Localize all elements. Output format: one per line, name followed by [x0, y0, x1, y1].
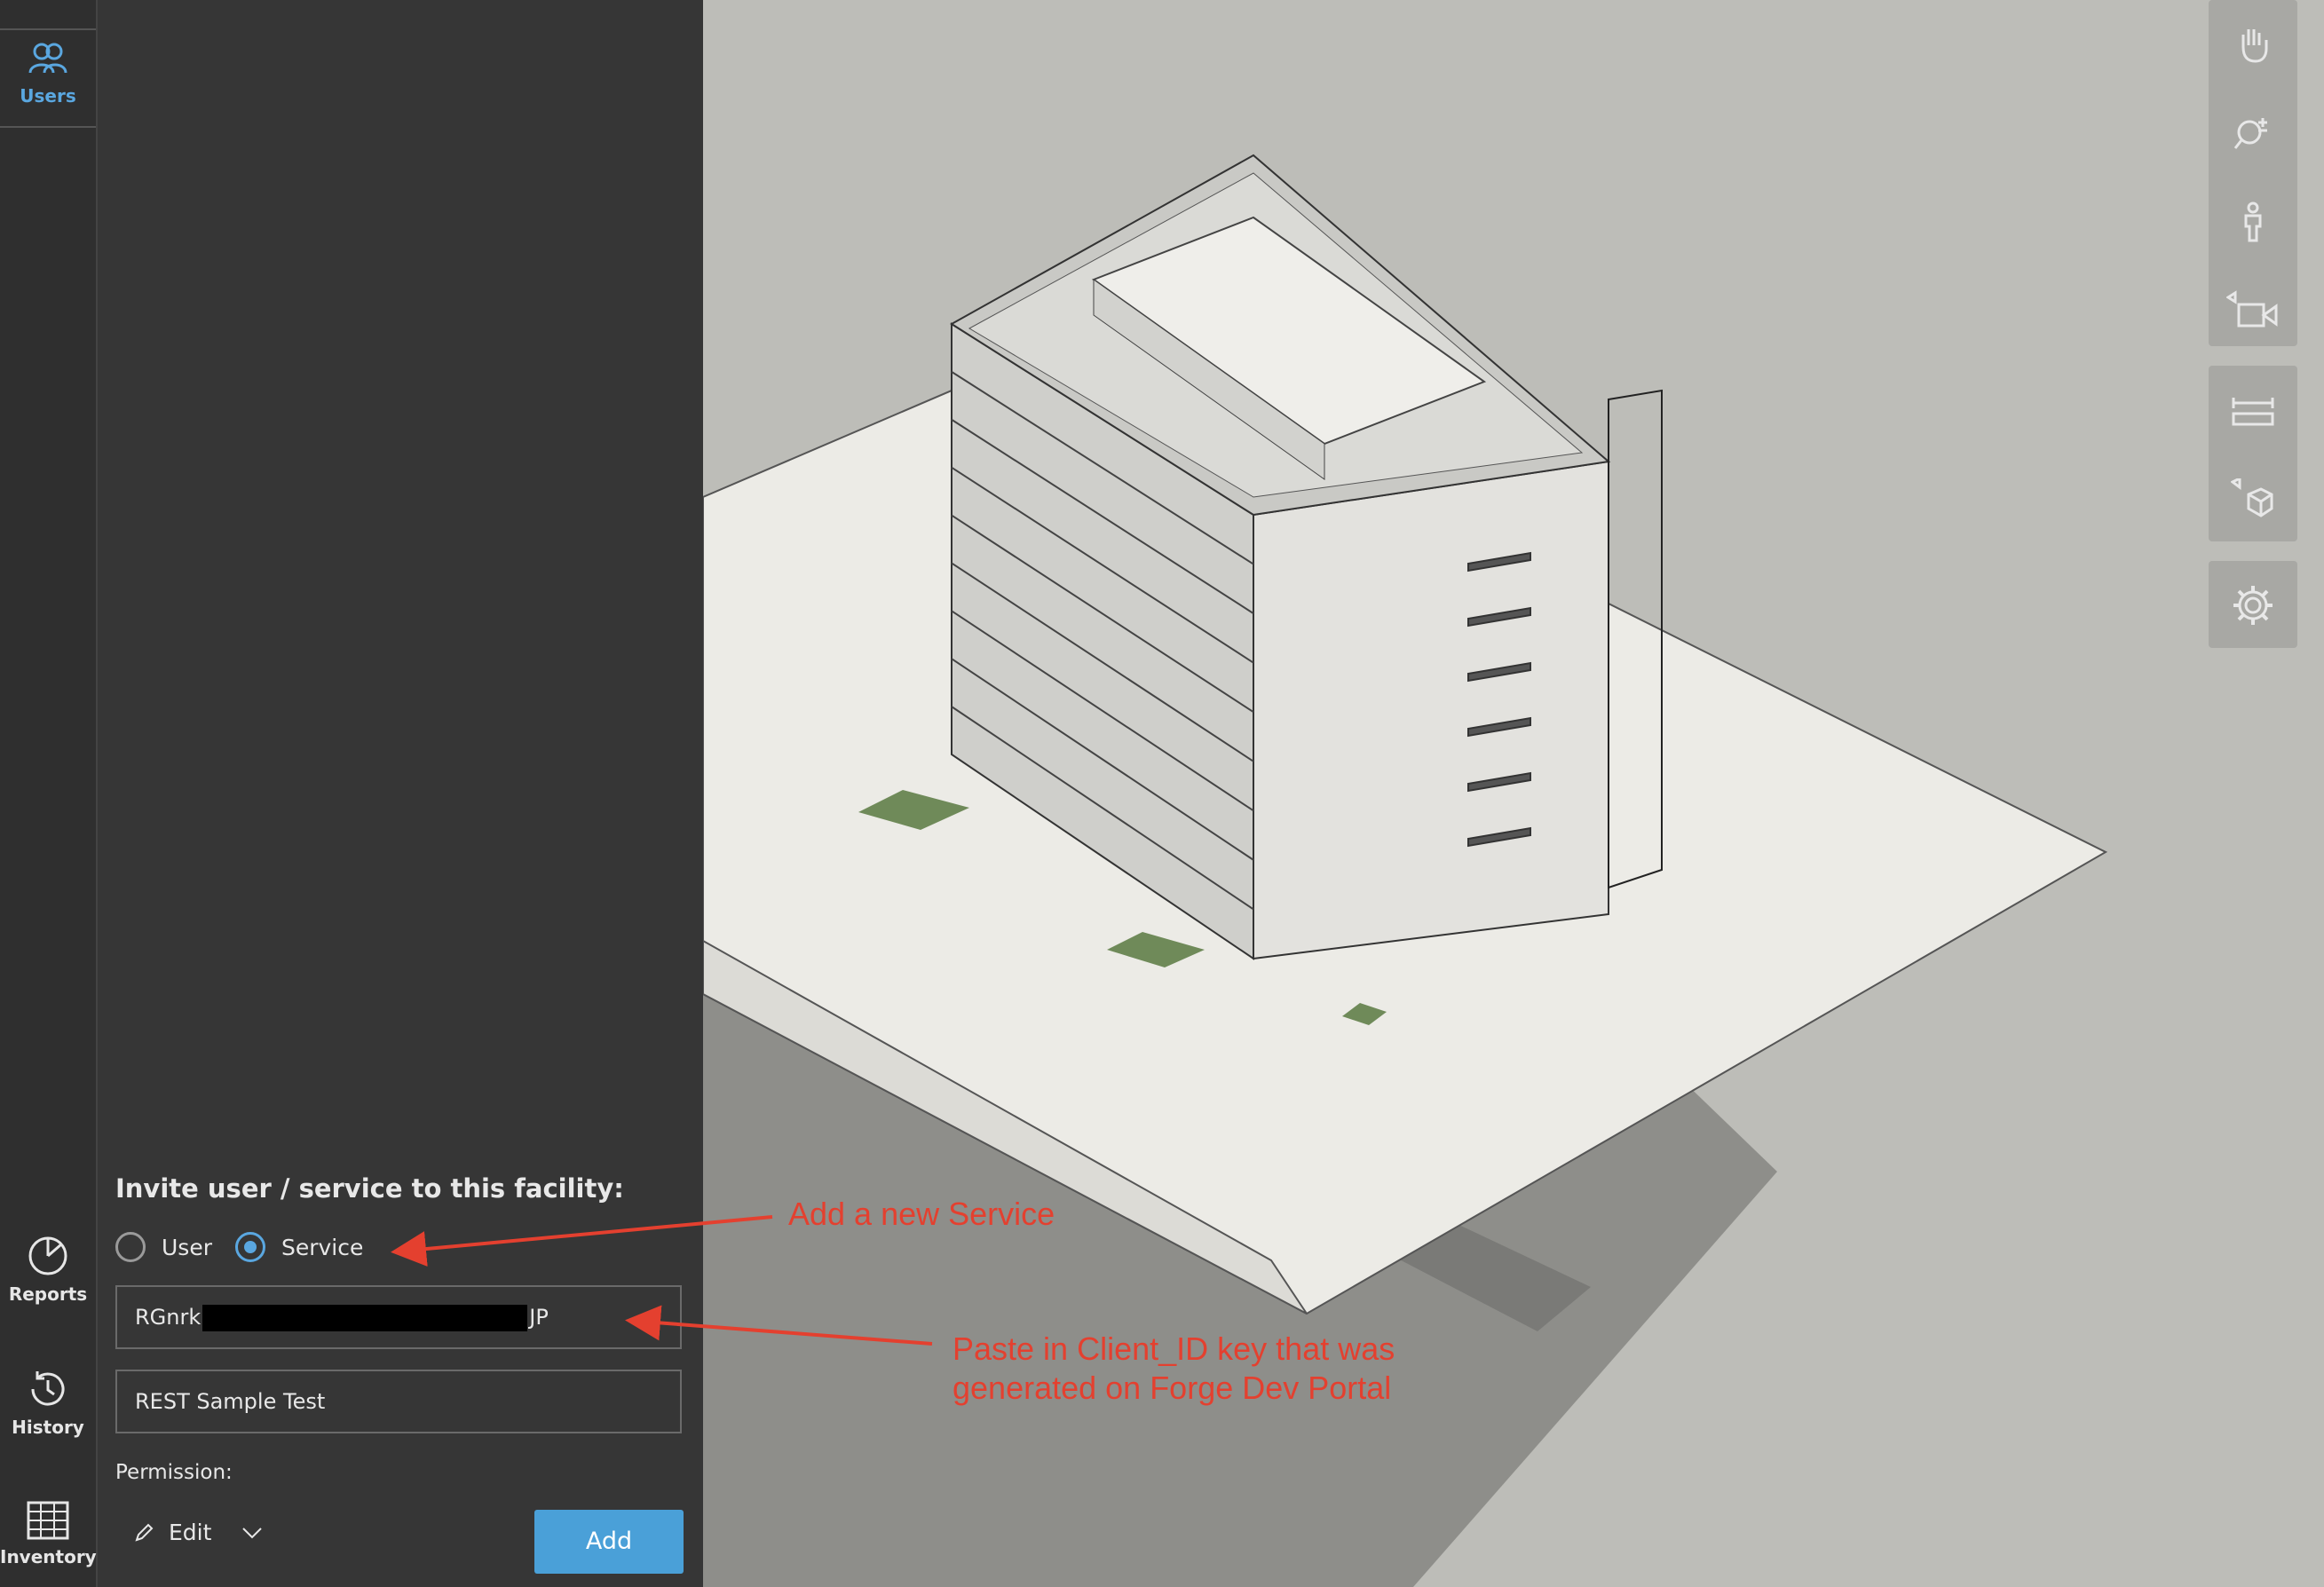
pencil-icon	[135, 1523, 154, 1542]
navigation-toolbar	[2209, 0, 2297, 346]
rail-item-reports[interactable]: Reports	[0, 1234, 96, 1305]
rail-inventory-label: Inventory	[0, 1546, 97, 1567]
inventory-icon	[27, 1501, 69, 1540]
measure-toolbar	[2209, 366, 2297, 541]
redaction-bar	[202, 1305, 528, 1331]
camera-tool-button[interactable]	[2209, 266, 2297, 355]
annotation-client-id-line1: Paste in Client_ID key that was	[953, 1330, 1395, 1367]
invite-type-radio-group: User Service	[115, 1232, 386, 1262]
add-button[interactable]: Add	[534, 1510, 684, 1574]
section-tool-button[interactable]	[2209, 454, 2297, 543]
pan-tool-button[interactable]	[2209, 0, 2297, 89]
client-id-prefix: RGnrk	[135, 1305, 202, 1330]
camera-icon	[2226, 290, 2278, 328]
rail-item-inventory[interactable]: Inventory	[0, 1500, 97, 1567]
client-id-suffix: JP	[529, 1305, 549, 1330]
radio-user-label: User	[162, 1234, 212, 1260]
walk-icon	[2244, 201, 2262, 242]
annotation-client-id: Paste in Client_ID key that was generate…	[953, 1330, 1395, 1408]
left-nav-rail: Users Reports History Inventory	[0, 0, 98, 1587]
model-viewer[interactable]	[703, 0, 2324, 1587]
annotation-client-id-line2: generated on Forge Dev Portal	[953, 1370, 1392, 1406]
radio-service-label: Service	[281, 1234, 364, 1260]
walk-tool-button[interactable]	[2209, 178, 2297, 266]
rail-item-users[interactable]: Users	[0, 28, 96, 128]
annotation-add-service: Add a new Service	[788, 1196, 1055, 1232]
rail-reports-label: Reports	[8, 1283, 88, 1305]
permission-select[interactable]: Edit	[133, 1520, 263, 1545]
settings-icon	[2233, 586, 2273, 625]
permission-label: Permission:	[115, 1461, 233, 1484]
permission-value: Edit	[169, 1520, 212, 1545]
rail-history-label: History	[12, 1417, 84, 1438]
client-id-field[interactable]: RGnrk JP	[115, 1285, 682, 1349]
settings-button[interactable]	[2209, 561, 2297, 650]
radio-user[interactable]	[115, 1232, 146, 1262]
invite-title: Invite user / service to this facility:	[115, 1173, 624, 1204]
section-icon	[2231, 478, 2273, 517]
service-name-field[interactable]: REST Sample Test	[115, 1370, 682, 1433]
radio-service[interactable]	[234, 1232, 265, 1262]
settings-toolbar	[2209, 561, 2297, 648]
users-panel: Invite user / service to this facility: …	[98, 0, 703, 1587]
measure-tool-button[interactable]	[2209, 366, 2297, 454]
history-icon	[31, 1371, 65, 1406]
users-icon	[28, 43, 67, 74]
rail-item-history[interactable]: History	[0, 1367, 96, 1438]
zoom-tool-button[interactable]	[2209, 89, 2297, 178]
zoom-icon	[2233, 118, 2267, 149]
building-model-scene	[703, 154, 2108, 1587]
chevron-down-icon	[242, 1527, 263, 1538]
pan-icon	[2241, 29, 2268, 63]
rail-users-label: Users	[20, 85, 76, 107]
measure-icon	[2232, 398, 2274, 426]
reports-icon	[28, 1236, 67, 1275]
